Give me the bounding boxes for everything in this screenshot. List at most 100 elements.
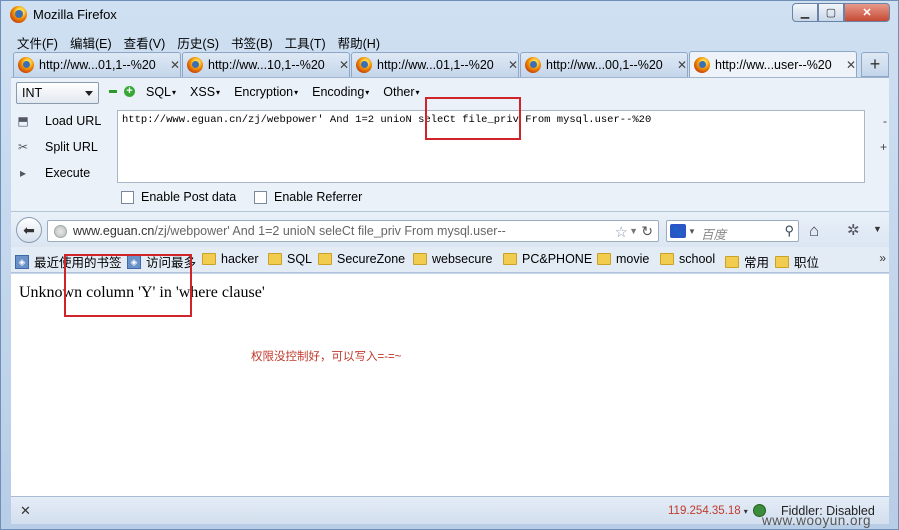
title-bar: Mozilla Firefox ▁ ▢ ✕ xyxy=(1,1,898,29)
bookmarks-overflow-icon[interactable]: » xyxy=(879,251,886,265)
grow-textarea-button[interactable]: + xyxy=(880,140,887,154)
watermark: www.wooyun.org xyxy=(762,513,872,528)
hackbar-type-value: INT xyxy=(22,86,43,100)
shrink-textarea-button[interactable]: - xyxy=(883,114,887,128)
execute-button[interactable]: ▸ Execute xyxy=(15,163,90,183)
url-domain: www.eguan.cn xyxy=(73,224,155,238)
folder-icon xyxy=(725,255,739,268)
load-url-label: Load URL xyxy=(45,114,102,128)
bookmark-folder-school[interactable]: school xyxy=(660,252,715,266)
tab[interactable]: http://ww...01,1--%20 ✕ xyxy=(13,52,181,77)
minimize-button[interactable]: ▁ xyxy=(792,3,818,22)
menu-bar: 文件(F) 编辑(E) 查看(V) 历史(S) 书签(B) 工具(T) 帮助(H… xyxy=(11,30,386,51)
tab-close-icon[interactable]: ✕ xyxy=(677,58,687,72)
load-url-icon: ⬒ xyxy=(17,114,29,128)
tab[interactable]: http://ww...10,1--%20 ✕ xyxy=(182,52,350,77)
chevron-down-icon xyxy=(85,91,93,96)
bookmark-label: SQL xyxy=(287,252,313,266)
tab-close-icon[interactable]: ✕ xyxy=(170,58,180,72)
split-url-button[interactable]: ✂ Split URL xyxy=(15,137,98,157)
enable-referrer-label: Enable Referrer xyxy=(274,190,363,204)
url-bar[interactable]: www.eguan.cn/zj/webpower' And 1=2 unioN … xyxy=(47,220,659,242)
history-dropdown-icon[interactable]: ▼ xyxy=(629,226,638,236)
menu-bookmarks[interactable]: 书签(B) xyxy=(225,30,279,51)
reload-icon[interactable]: ↻ xyxy=(641,223,653,240)
folder-icon xyxy=(597,253,611,265)
new-tab-button[interactable]: + xyxy=(861,52,889,77)
annotation-box-error xyxy=(64,254,192,317)
menu-edit[interactable]: 编辑(E) xyxy=(64,30,118,51)
bookmark-folder-websecure[interactable]: websecure xyxy=(413,252,492,266)
hackbar-menu-xss[interactable]: XSS xyxy=(190,85,220,99)
menu-history[interactable]: 历史(S) xyxy=(171,30,225,51)
annotation-note: 权限没控制好，可以写入=-=~ xyxy=(251,351,402,363)
toolbar-dropdown-icon[interactable]: ▼ xyxy=(873,224,882,234)
load-url-button[interactable]: ⬒ Load URL xyxy=(15,111,101,131)
menu-help[interactable]: 帮助(H) xyxy=(332,30,386,51)
bookmark-label: 常用 xyxy=(744,256,770,270)
site-identity-icon xyxy=(54,225,67,238)
hackbar-type-select[interactable]: INT xyxy=(16,82,99,104)
tab-label: http://ww...01,1--%20 xyxy=(39,58,156,72)
increase-icon[interactable]: + xyxy=(124,86,135,97)
menu-view[interactable]: 查看(V) xyxy=(118,30,172,51)
tab[interactable]: http://ww...00,1--%20 ✕ xyxy=(520,52,688,77)
annotation-box-file-priv xyxy=(425,97,521,140)
folder-icon xyxy=(202,253,216,265)
tab-close-icon[interactable]: ✕ xyxy=(508,58,518,72)
url-path: /zj/webpower' And 1=2 unioN seleCt file_… xyxy=(154,224,506,238)
hackbar-menus: SQL XSS Encryption Encoding Other xyxy=(146,85,420,99)
bookmark-label: movie xyxy=(616,252,650,266)
split-url-label: Split URL xyxy=(45,140,98,154)
firefox-page-icon xyxy=(187,57,203,73)
bookmark-folder-securezone[interactable]: SecureZone xyxy=(318,252,405,266)
search-icon[interactable]: ⚲ xyxy=(784,223,794,239)
firefox-page-icon xyxy=(18,57,34,73)
baidu-engine-icon[interactable]: 🐾 xyxy=(670,224,686,238)
engine-dropdown-icon[interactable]: ▼ xyxy=(688,227,696,236)
home-icon[interactable]: ⌂ xyxy=(809,221,819,241)
enable-referrer-checkbox[interactable]: Enable Referrer xyxy=(254,190,362,204)
server-ip[interactable]: 119.254.35.18 xyxy=(668,505,748,517)
window-title: Mozilla Firefox xyxy=(33,7,117,22)
menu-tools[interactable]: 工具(T) xyxy=(279,30,332,51)
status-bar: ✕ 119.254.35.18 Fiddler: Disabled xyxy=(11,496,889,524)
folder-icon xyxy=(318,253,332,265)
url-text: www.eguan.cn/zj/webpower' And 1=2 unioN … xyxy=(73,224,506,238)
bookmark-folder-sql[interactable]: SQL xyxy=(268,252,312,266)
bookmark-folder-pc-phone[interactable]: PC&PHONE xyxy=(503,252,592,266)
bookmark-folder-hacker[interactable]: hacker xyxy=(202,252,259,266)
close-button[interactable]: ✕ xyxy=(844,3,890,22)
close-addon-bar-icon[interactable]: ✕ xyxy=(20,503,31,519)
folder-icon xyxy=(503,253,517,265)
bookmark-label: hacker xyxy=(221,252,259,266)
hackbar-menu-encoding[interactable]: Encoding xyxy=(312,85,369,99)
tab-active[interactable]: http://ww...user--%20 ✕ xyxy=(689,51,857,78)
bookmark-folder-movie[interactable]: movie xyxy=(597,252,649,266)
tab[interactable]: http://ww...01,1--%20 ✕ xyxy=(351,52,519,77)
search-box[interactable]: 🐾 ▼ 百度 ⚲ xyxy=(666,220,799,242)
enable-post-checkbox[interactable]: Enable Post data xyxy=(121,190,236,204)
search-placeholder: 百度 xyxy=(701,228,727,242)
navigation-toolbar: ⬅ www.eguan.cn/zj/webpower' And 1=2 unio… xyxy=(11,211,889,247)
bookmark-folder-jobs[interactable]: 职位 xyxy=(775,252,819,271)
tab-close-icon[interactable]: ✕ xyxy=(339,58,349,72)
hackbar-menu-sql[interactable]: SQL xyxy=(146,85,176,99)
bookmark-label: 职位 xyxy=(794,256,820,270)
folder-icon xyxy=(413,253,427,265)
smart-bookmark-icon: ◈ xyxy=(15,254,29,269)
tab-close-icon[interactable]: ✕ xyxy=(846,58,856,72)
bookmark-star-icon[interactable]: ☆ xyxy=(615,223,628,241)
back-button[interactable]: ⬅ xyxy=(16,217,42,243)
browser-window: Mozilla Firefox ▁ ▢ ✕ 文件(F) 编辑(E) 查看(V) … xyxy=(0,0,899,530)
folder-icon xyxy=(268,253,282,265)
back-arrow-icon: ⬅ xyxy=(23,222,35,238)
hackbar-menu-encryption[interactable]: Encryption xyxy=(234,85,298,99)
menu-file[interactable]: 文件(F) xyxy=(11,30,64,51)
bookmark-label: school xyxy=(679,252,716,266)
bookmark-folder-common[interactable]: 常用 xyxy=(725,252,769,271)
addon-bug-icon[interactable]: ✲ xyxy=(847,221,860,239)
maximize-button[interactable]: ▢ xyxy=(818,3,844,22)
decrease-icon[interactable] xyxy=(109,90,117,93)
hackbar-menu-other[interactable]: Other xyxy=(383,85,419,99)
